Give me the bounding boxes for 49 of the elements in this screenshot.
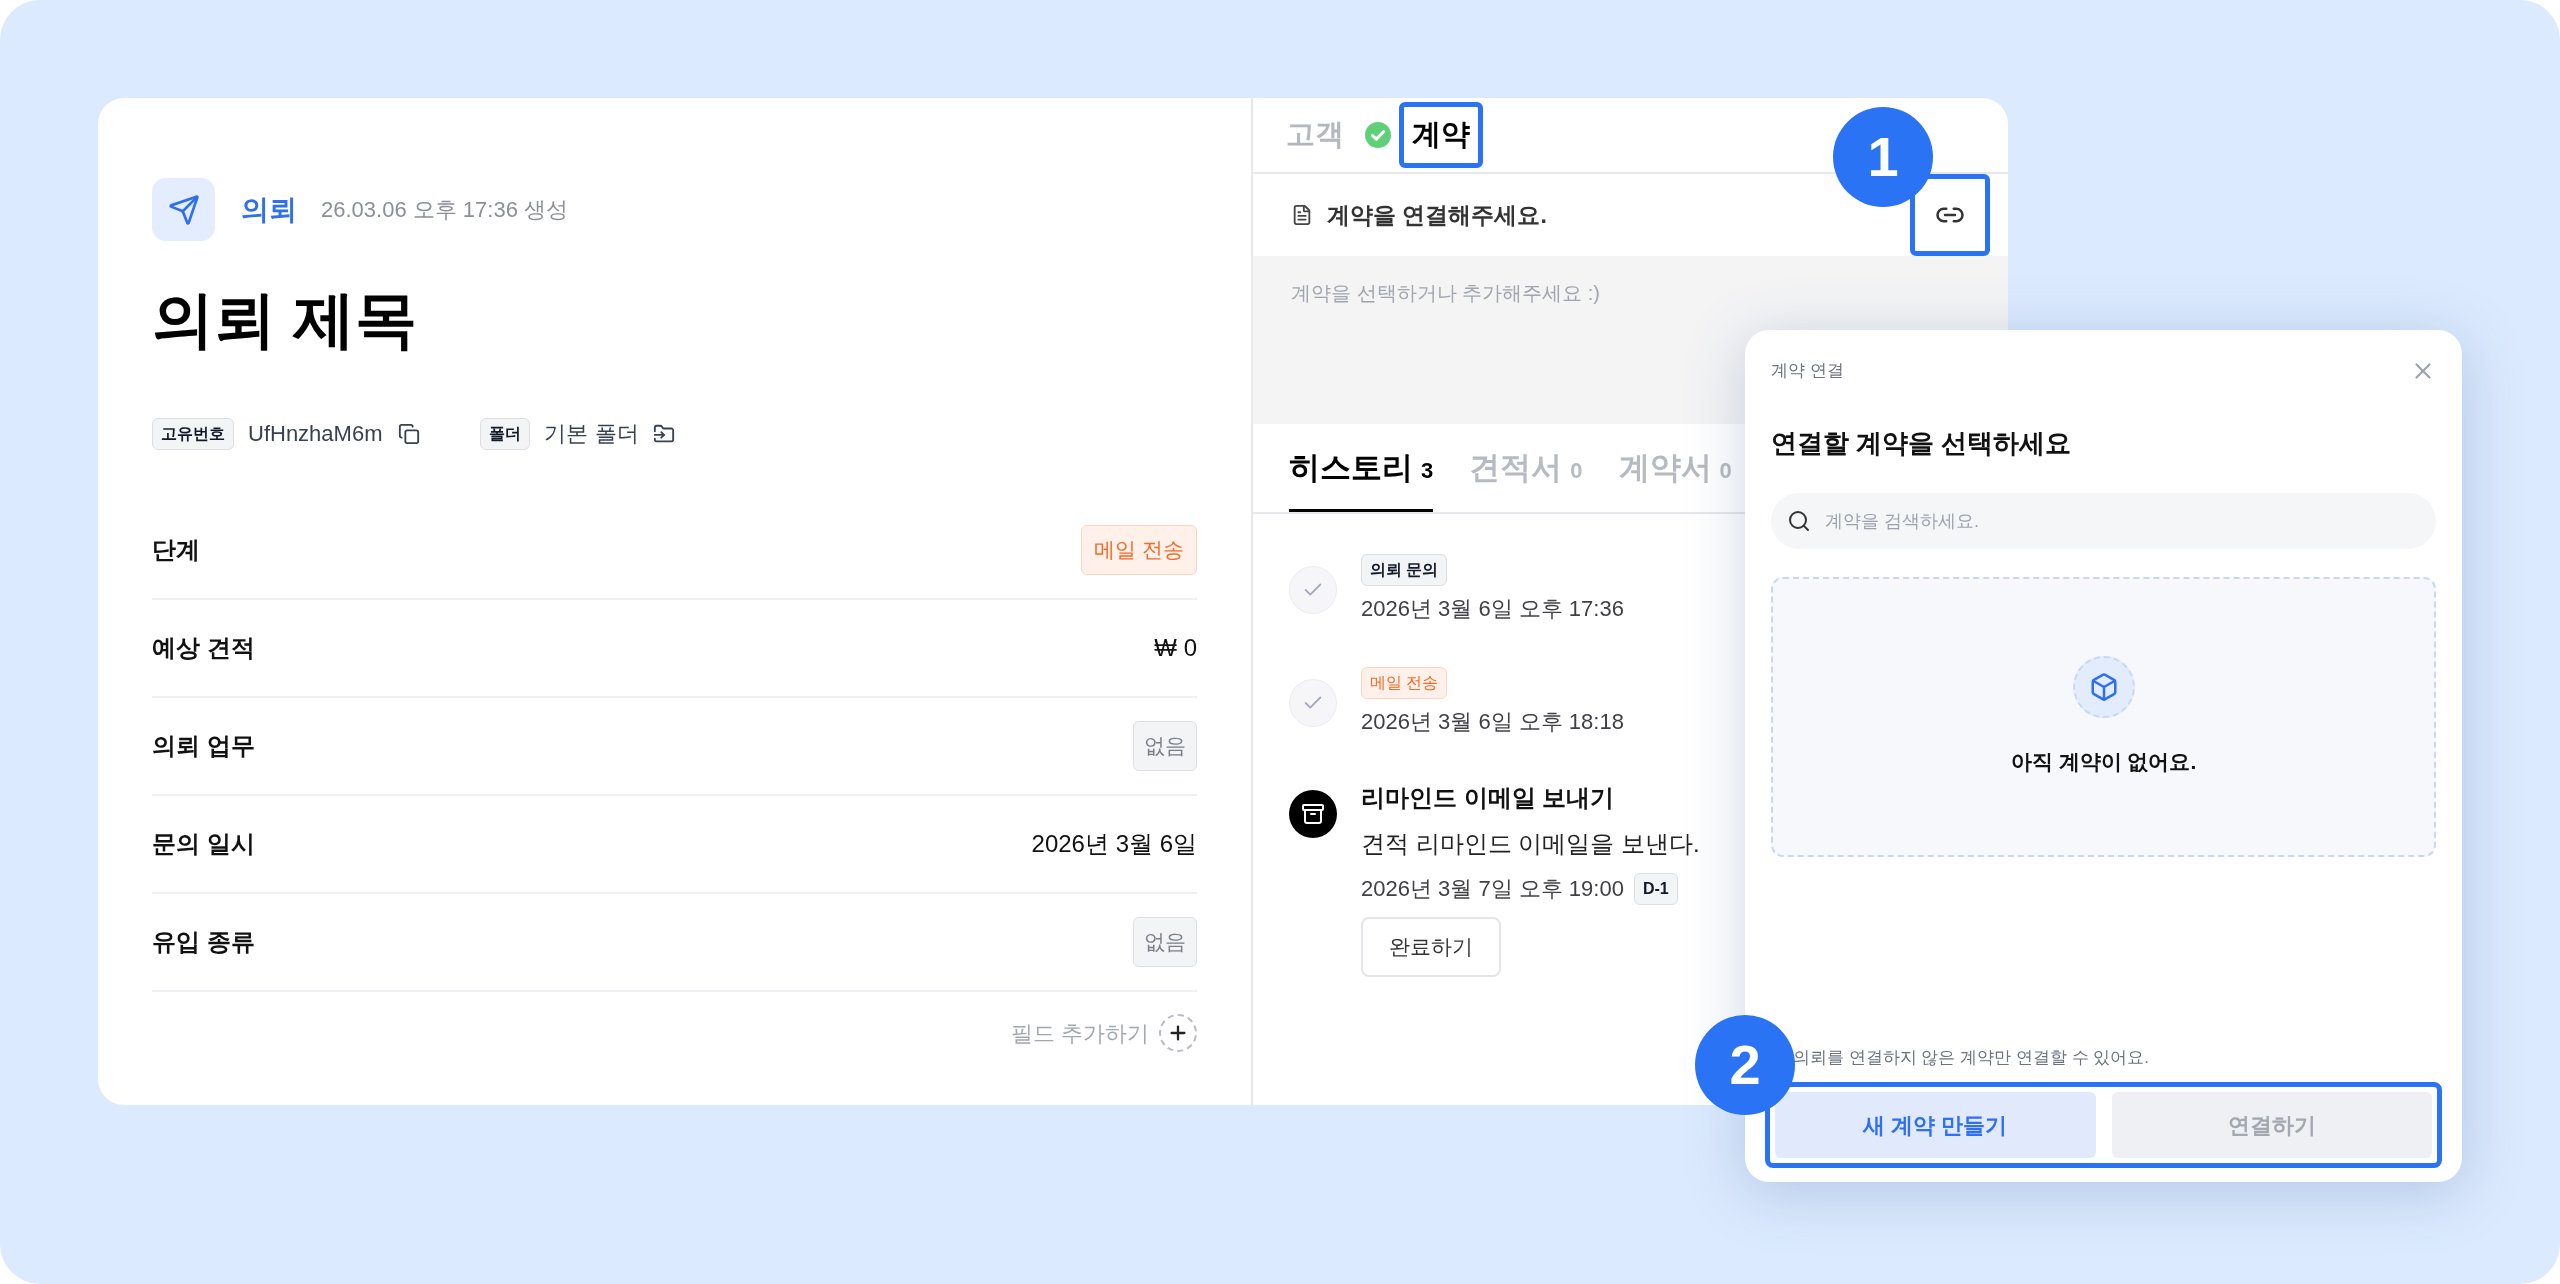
plus-icon[interactable]: [1159, 1014, 1197, 1052]
document-icon: [1291, 204, 1313, 226]
history-tag: 메일 전송: [1361, 667, 1448, 699]
meta-label: 고유번호: [152, 417, 234, 450]
dialog-heading: 연결할 계약을 선택하세요: [1771, 427, 2073, 460]
field-label: 유입 종류: [152, 927, 255, 957]
field-label: 의뢰 업무: [152, 731, 255, 761]
dialog-note: 의뢰를 연결하지 않은 계약만 연결할 수 있어요.: [1792, 1046, 2151, 1069]
task-title: 리마인드 이메일 보내기: [1361, 783, 1615, 813]
relation-tab[interactable]: 계약: [1399, 102, 1483, 168]
created-date: 26.03.06 오후 17:36 생성: [321, 196, 569, 224]
empty-message: 아직 계약이 없어요.: [2010, 749, 2197, 776]
check-icon: [1289, 678, 1337, 727]
contract-hint: 계약을 선택하거나 추가해주세요 :): [1291, 282, 1600, 304]
search-icon: [1787, 509, 1811, 533]
meta-label: 폴더: [480, 417, 531, 450]
field-value: ₩ 0: [1154, 633, 1197, 663]
add-field-link[interactable]: 필드 추가하기: [1010, 1016, 1149, 1050]
folder-icon[interactable]: [652, 422, 675, 445]
empty-tag: 없음: [1133, 721, 1197, 771]
history-tab[interactable]: 견적서 0: [1469, 444, 1583, 512]
field-label: 문의 일시: [152, 829, 255, 859]
copy-icon[interactable]: [398, 422, 421, 445]
search-field[interactable]: 계약을 검색하세요.: [1771, 493, 2436, 549]
send-icon: [152, 178, 215, 241]
complete-button[interactable]: 완료하기: [1361, 917, 1501, 977]
check-icon: [1289, 565, 1337, 614]
record-title: 의뢰 제목: [152, 289, 419, 351]
history-time: 2026년 3월 6일 오후 17:36: [1361, 595, 1624, 623]
history-tab[interactable]: 히스토리 3: [1289, 444, 1434, 512]
field-label: 단계: [152, 535, 200, 565]
status-tag: 메일 전송: [1081, 525, 1197, 575]
record-type: 의뢰: [241, 192, 297, 227]
meta-value: UfHnzhaM6m: [248, 420, 383, 448]
dialog-button[interactable]: 새 계약 만들기: [1775, 1092, 2096, 1158]
field-value: 2026년 3월 6일: [1031, 829, 1197, 859]
contract-prompt: 계약을 연결해주세요.: [1327, 200, 1547, 230]
due-tag: D-1: [1633, 872, 1678, 905]
task-time: 2026년 3월 7일 오후 19:00: [1361, 875, 1624, 903]
history-time: 2026년 3월 6일 오후 18:18: [1361, 708, 1624, 736]
archive-icon: [1289, 790, 1337, 838]
dialog-caption: 계약 연결: [1771, 360, 1844, 383]
history-tag: 의뢰 문의: [1361, 554, 1448, 586]
history-tab[interactable]: 계약서 0: [1618, 444, 1732, 512]
meta-value: 기본 폴더: [544, 420, 639, 448]
task-description: 견적 리마인드 이메일을 보낸다.: [1361, 829, 1700, 859]
field-label: 예상 견적: [152, 633, 255, 663]
empty-tag: 없음: [1133, 917, 1197, 967]
relation-tab[interactable]: 고객: [1273, 102, 1357, 168]
